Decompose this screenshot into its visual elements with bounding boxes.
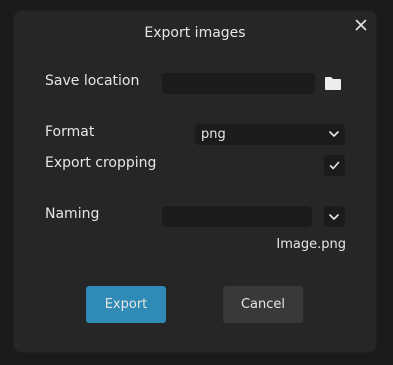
export-button[interactable]: Export <box>86 286 166 323</box>
format-label: Format <box>45 124 95 140</box>
naming-preview: Image.png <box>276 237 346 252</box>
folder-icon[interactable] <box>324 76 342 91</box>
naming-dropdown-button[interactable] <box>324 206 345 227</box>
export-images-dialog: Export images Save location Format png E… <box>14 11 376 352</box>
cancel-button[interactable]: Cancel <box>223 286 303 323</box>
save-location-label: Save location <box>45 73 140 89</box>
export-cropping-checkbox[interactable] <box>324 155 345 176</box>
naming-field[interactable] <box>162 206 312 227</box>
chevron-down-icon <box>329 131 339 137</box>
format-select[interactable]: png <box>195 124 345 145</box>
checkmark-icon <box>329 161 340 170</box>
export-cropping-label: Export cropping <box>45 155 157 171</box>
dialog-title: Export images <box>144 25 246 41</box>
save-location-field[interactable] <box>162 73 315 94</box>
chevron-down-icon <box>329 214 339 220</box>
naming-label: Naming <box>45 206 100 222</box>
close-icon[interactable] <box>353 17 369 33</box>
format-selected-value: png <box>201 127 226 142</box>
